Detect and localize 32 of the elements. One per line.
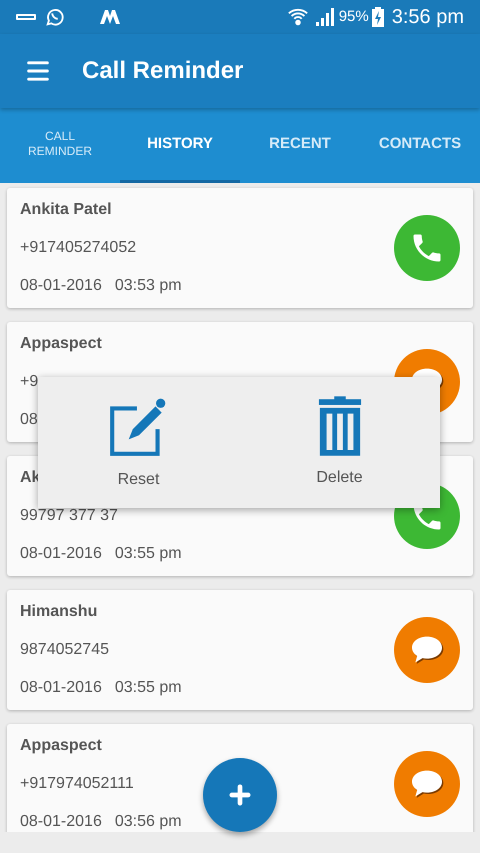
battery-percent: 95% [338,6,369,27]
trash-icon [316,396,362,458]
phone-number: +917974052111 [20,774,134,794]
contact-name: Appaspect [20,334,102,354]
history-card[interactable]: Himanshu 9874052745 08-01-2016 03:55 pm [7,590,473,710]
contact-name: Himanshu [20,602,98,622]
call-time: 03:55 pm [114,678,182,698]
tab[interactable]: HISTORY [120,108,240,183]
phone-number: +9 [20,372,38,392]
call-date: 08-01-2016 [20,678,102,698]
battery-charging-icon [372,7,384,27]
m-logo-icon [100,10,120,24]
tv-logo-icon [16,13,36,21]
call-date: 08 [20,410,38,430]
call-date: 08-01-2016 [20,812,102,832]
phone-number: +917405274052 [20,238,136,258]
signal-icon [314,7,335,27]
clock-time: 3:56 pm [392,5,464,30]
phone-number: 99797 377 37 [20,506,118,526]
call-time: 03:56 pm [114,812,182,832]
chat-icon [44,6,66,28]
contact-name: Appaspect [20,736,102,756]
call-time: 03:55 pm [114,544,182,564]
call-date: 08-01-2016 [20,544,102,564]
history-card[interactable]: Appaspect +917974052111 08-01-2016 03:56 pm [7,724,473,832]
phone-number: 9874052745 [20,640,109,660]
contact-name: Ankita Patel [20,200,112,220]
call-time: 03:53 pm [114,276,182,296]
wifi-icon [286,6,309,28]
call-date: 08-01-2016 [20,276,102,296]
history-card[interactable]: Ankita Patel +917405274052 08-01-2016 03:53 pm [7,188,473,308]
app-title: Call Reminder [82,56,244,86]
